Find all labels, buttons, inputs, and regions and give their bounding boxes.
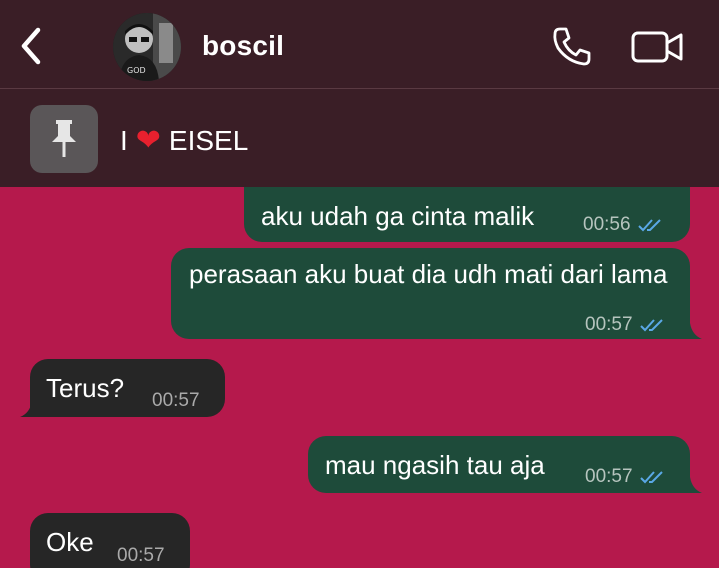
heart-icon: ❤ — [135, 124, 161, 157]
chat-header: GOD boscil — [0, 0, 719, 88]
incoming-message[interactable]: Terus? 00:57 — [30, 359, 225, 417]
avatar[interactable]: GOD — [113, 13, 181, 81]
double-check-icon — [639, 471, 663, 484]
pinned-message-text: I ❤ EISEL — [120, 125, 248, 157]
pinned-message-bar[interactable]: I ❤ EISEL — [0, 88, 719, 187]
bubble-tail — [20, 401, 38, 417]
pin-icon-box — [30, 105, 98, 173]
double-check-icon — [637, 219, 661, 232]
message-timestamp: 00:57 — [152, 390, 200, 411]
pinned-text-after: EISEL — [168, 125, 249, 156]
outgoing-message[interactable]: mau ngasih tau aja 00:57 — [308, 436, 690, 493]
incoming-message[interactable]: Oke 00:57 — [30, 513, 190, 568]
message-timestamp: 00:57 — [585, 460, 667, 494]
message-text: Terus? — [46, 373, 125, 403]
message-timestamp: 00:57 — [117, 545, 165, 566]
video-call-button[interactable] — [630, 28, 686, 66]
phone-icon — [553, 27, 591, 66]
pin-icon — [52, 120, 76, 157]
voice-call-button[interactable] — [550, 24, 594, 68]
outgoing-message[interactable]: perasaan aku buat dia udh mati dari lama… — [171, 248, 690, 339]
outgoing-message[interactable]: aku udah ga cinta malik 00:56 — [244, 187, 690, 242]
bubble-tail — [684, 323, 702, 339]
message-text: aku udah ga cinta malik — [261, 201, 535, 231]
double-check-icon — [639, 319, 663, 332]
avatar-shirt-text: GOD — [127, 66, 146, 75]
back-button[interactable] — [14, 26, 48, 66]
video-camera-icon — [631, 31, 683, 63]
message-timestamp: 00:56 — [583, 208, 665, 242]
contact-name[interactable]: boscil — [202, 30, 284, 62]
pinned-text-before: I — [120, 125, 128, 156]
bubble-tail — [684, 477, 702, 493]
message-text: Oke — [46, 527, 94, 557]
chevron-left-icon — [21, 27, 41, 65]
message-timestamp: 00:57 — [585, 308, 667, 342]
message-text: mau ngasih tau aja — [325, 450, 545, 480]
message-text: perasaan aku buat dia udh mati dari lama — [189, 259, 668, 289]
